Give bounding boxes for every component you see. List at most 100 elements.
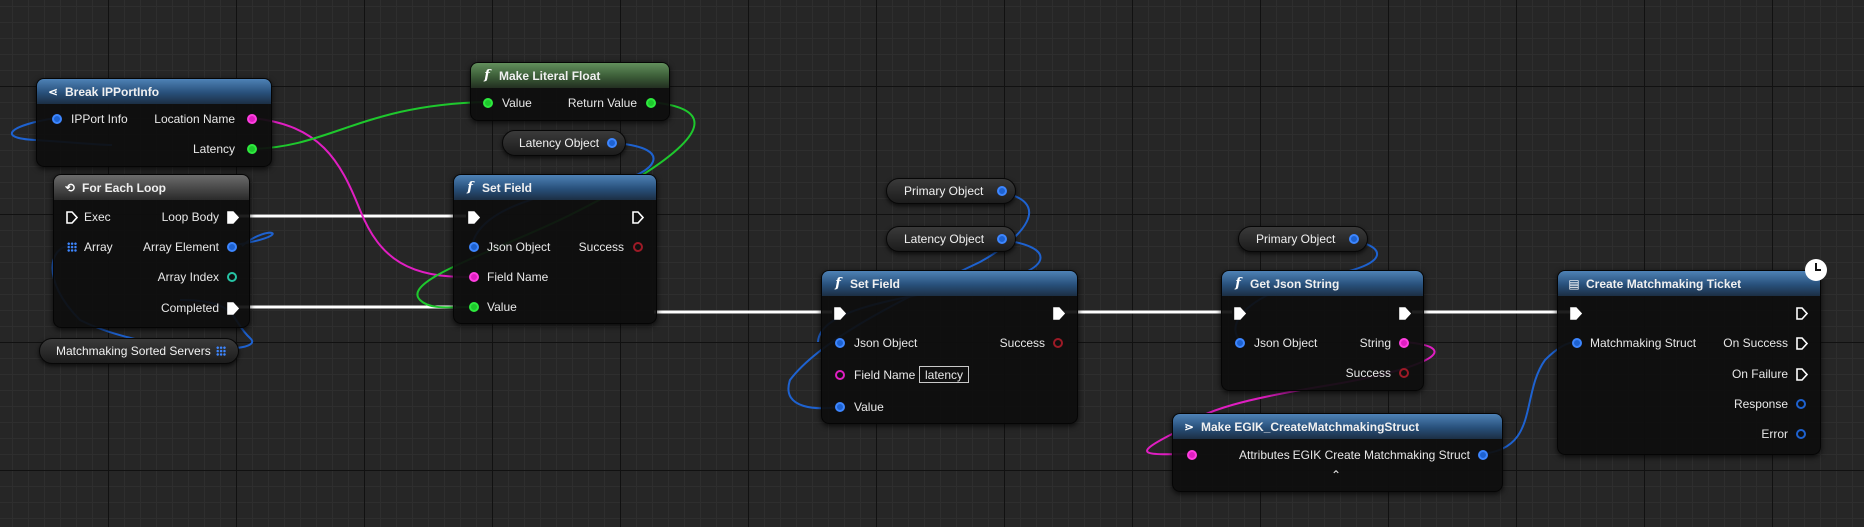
on-success-label: On Success [1723, 336, 1788, 350]
node-title: For Each Loop [82, 180, 166, 195]
node-title: Get Json String [1250, 276, 1340, 291]
set-field-node-2[interactable]: f Set Field Json Object Success Field Na… [821, 270, 1078, 424]
value-pin[interactable] [469, 302, 479, 312]
node-header[interactable]: f Set Field [454, 175, 656, 200]
exec-input-pin[interactable] [834, 307, 846, 320]
field-name-input[interactable]: latency [919, 366, 970, 383]
latency-object-pin[interactable] [607, 138, 617, 148]
break-ipportinfo-node[interactable]: ⋖ Break IPPortInfo IPPort Info Location … [36, 78, 272, 167]
latency-object-variable[interactable]: Latency Object [886, 226, 1016, 252]
primary-object-pin[interactable] [997, 186, 1007, 196]
latency-object-variable[interactable]: Latency Object [502, 130, 626, 156]
value-pin[interactable] [835, 402, 845, 412]
exec-output-pin[interactable] [632, 211, 644, 224]
field-name-pin[interactable] [835, 370, 845, 380]
value-label: Value [502, 96, 532, 110]
get-json-string-node[interactable]: f Get Json String Json Object String Suc… [1221, 270, 1424, 391]
break-struct-icon: ⋖ [47, 84, 59, 99]
node-title: Break IPPortInfo [65, 84, 160, 99]
loop-body-exec-pin[interactable] [227, 211, 239, 224]
array-grid-icon[interactable] [216, 346, 226, 356]
exec-label: Exec [84, 210, 111, 224]
make-egik-struct-node[interactable]: ⋗ Make EGIK_CreateMatchmakingStruct Attr… [1172, 413, 1503, 492]
matchmaking-sorted-servers-variable[interactable]: Matchmaking Sorted Servers [39, 338, 239, 364]
exec-input-pin[interactable] [1570, 307, 1582, 320]
variable-label: Latency Object [904, 232, 985, 246]
success-pin[interactable] [1053, 338, 1063, 348]
field-name-pin[interactable] [469, 272, 479, 282]
attributes-label: Attributes [1239, 448, 1290, 462]
exec-input-pin[interactable] [1234, 307, 1246, 320]
variable-label: Latency Object [519, 136, 600, 150]
node-title: Make Literal Float [499, 68, 601, 83]
matchmaking-struct-pin[interactable] [1572, 338, 1582, 348]
primary-object-variable[interactable]: Primary Object [1238, 226, 1368, 252]
latency-object-pin[interactable] [997, 234, 1007, 244]
array-index-pin[interactable] [227, 272, 237, 282]
success-label: Success [999, 336, 1045, 350]
exec-output-pin[interactable] [1796, 307, 1808, 320]
success-label: Success [1345, 366, 1391, 380]
make-struct-icon: ⋗ [1183, 419, 1195, 434]
node-header[interactable]: ⋗ Make EGIK_CreateMatchmakingStruct [1173, 414, 1502, 439]
array-grid-icon[interactable] [67, 242, 77, 252]
make-literal-float-node[interactable]: f Make Literal Float Value Return Value [470, 62, 670, 121]
on-failure-exec-pin[interactable] [1796, 368, 1808, 381]
create-matchmaking-ticket-node[interactable]: ▤ Create Matchmaking Ticket Matchmaking … [1557, 270, 1821, 455]
json-object-label: Json Object [487, 240, 551, 254]
error-pin[interactable] [1796, 429, 1806, 439]
array-label: Array [84, 240, 113, 254]
completed-exec-pin[interactable] [227, 302, 239, 315]
response-pin[interactable] [1796, 399, 1806, 409]
for-each-loop-node[interactable]: ⟲ For Each Loop Exec Loop Body Array Arr… [53, 174, 250, 328]
node-header[interactable]: f Set Field [822, 271, 1077, 296]
attributes-pin[interactable] [1187, 450, 1197, 460]
node-header[interactable]: f Get Json String [1222, 271, 1423, 296]
array-index-label: Array Index [157, 270, 219, 284]
value-input-pin[interactable] [483, 98, 493, 108]
ipport-info-label: IPPort Info [71, 112, 128, 126]
latency-pin[interactable] [247, 144, 257, 154]
exec-input-pin[interactable] [66, 211, 78, 224]
node-header[interactable]: ▤ Create Matchmaking Ticket [1558, 271, 1820, 296]
node-title: Set Field [850, 276, 901, 291]
success-pin[interactable] [633, 242, 643, 252]
variable-label: Matchmaking Sorted Servers [56, 344, 211, 358]
variable-label: Primary Object [1256, 232, 1336, 246]
set-field-node-1[interactable]: f Set Field Json Object Success Field Na… [453, 174, 657, 324]
primary-object-variable[interactable]: Primary Object [886, 178, 1016, 204]
function-icon: f [1235, 276, 1241, 291]
location-name-pin[interactable] [247, 114, 257, 124]
error-label: Error [1761, 427, 1788, 441]
string-label: String [1359, 336, 1391, 350]
exec-output-pin[interactable] [1399, 307, 1411, 320]
json-object-label: Json Object [854, 336, 918, 350]
node-header[interactable]: f Make Literal Float [471, 63, 669, 88]
latency-label: Latency [192, 142, 235, 156]
value-label: Value [854, 400, 884, 414]
return-value-pin[interactable] [646, 98, 656, 108]
on-failure-label: On Failure [1731, 367, 1788, 381]
string-pin[interactable] [1399, 338, 1409, 348]
exec-output-pin[interactable] [1053, 307, 1065, 320]
function-icon: f [484, 68, 490, 83]
completed-label: Completed [160, 301, 219, 315]
ipport-info-pin[interactable] [52, 114, 62, 124]
node-header[interactable]: ⟲ For Each Loop [54, 175, 249, 200]
success-label: Success [578, 240, 624, 254]
loop-body-label: Loop Body [161, 210, 219, 224]
array-element-pin[interactable] [227, 242, 237, 252]
json-object-pin[interactable] [1235, 338, 1245, 348]
json-object-pin[interactable] [469, 242, 479, 252]
matchmaking-struct-label: Matchmaking Struct [1590, 336, 1697, 350]
struct-output-pin[interactable] [1478, 450, 1488, 460]
exec-input-pin[interactable] [468, 211, 480, 224]
success-pin[interactable] [1399, 368, 1409, 378]
node-header[interactable]: ⋖ Break IPPortInfo [37, 79, 271, 104]
function-icon: f [835, 276, 841, 291]
on-success-exec-pin[interactable] [1796, 337, 1808, 350]
json-object-pin[interactable] [835, 338, 845, 348]
latent-clock-icon [1805, 259, 1827, 281]
primary-object-pin[interactable] [1349, 234, 1359, 244]
collapse-chevron-icon[interactable]: ⌃ [1331, 468, 1341, 482]
